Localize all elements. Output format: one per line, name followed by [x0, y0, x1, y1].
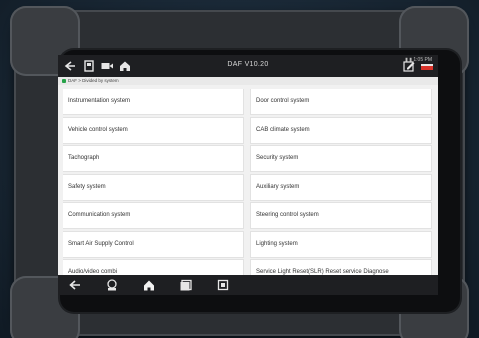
system-item[interactable]: Steering control system	[251, 203, 431, 228]
system-item[interactable]: Vehicle control system	[63, 118, 243, 143]
system-item[interactable]: Tachograph	[63, 146, 243, 171]
system-item[interactable]: Instrumentation system	[63, 89, 243, 114]
system-item[interactable]: CAB climate system	[251, 118, 431, 143]
screen-record-icon[interactable]	[100, 59, 114, 73]
system-item[interactable]: Security system	[251, 146, 431, 171]
back-icon[interactable]	[63, 59, 77, 73]
bottom-nav-bar	[58, 275, 438, 295]
system-grid: Instrumentation system Door control syst…	[63, 89, 433, 277]
system-item[interactable]: Door control system	[251, 89, 431, 114]
home-house-icon[interactable]	[118, 59, 132, 73]
product-photo-background: DAF V10.20 ▮ ▮ 1:05 PM DAF > Divided by …	[0, 0, 479, 338]
home-icon[interactable]	[142, 278, 156, 292]
system-item[interactable]: Lighting system	[251, 232, 431, 257]
home-icon[interactable]	[82, 59, 96, 73]
system-item[interactable]: Communication system	[63, 203, 243, 228]
system-item[interactable]: Auxiliary system	[251, 175, 431, 200]
status-bar: ▮ ▮ 1:05 PM	[405, 57, 432, 63]
page-title: DAF V10.20	[227, 61, 269, 68]
back-icon[interactable]	[68, 278, 82, 292]
breadcrumb-text: DAF > Divided by system	[68, 78, 119, 83]
breadcrumb-indicator-icon	[62, 78, 66, 83]
top-bar: DAF V10.20 ▮ ▮ 1:05 PM	[58, 55, 438, 77]
system-item[interactable]: Safety system	[63, 175, 243, 200]
recent-apps-icon[interactable]	[179, 278, 193, 292]
tablet-screen: DAF V10.20 ▮ ▮ 1:05 PM DAF > Divided by …	[58, 55, 438, 295]
system-item[interactable]: Smart Air Supply Control	[63, 232, 243, 257]
vci-icon[interactable]	[105, 278, 119, 292]
screenshot-icon[interactable]	[216, 278, 230, 292]
breadcrumb: DAF > Divided by system	[58, 77, 438, 85]
